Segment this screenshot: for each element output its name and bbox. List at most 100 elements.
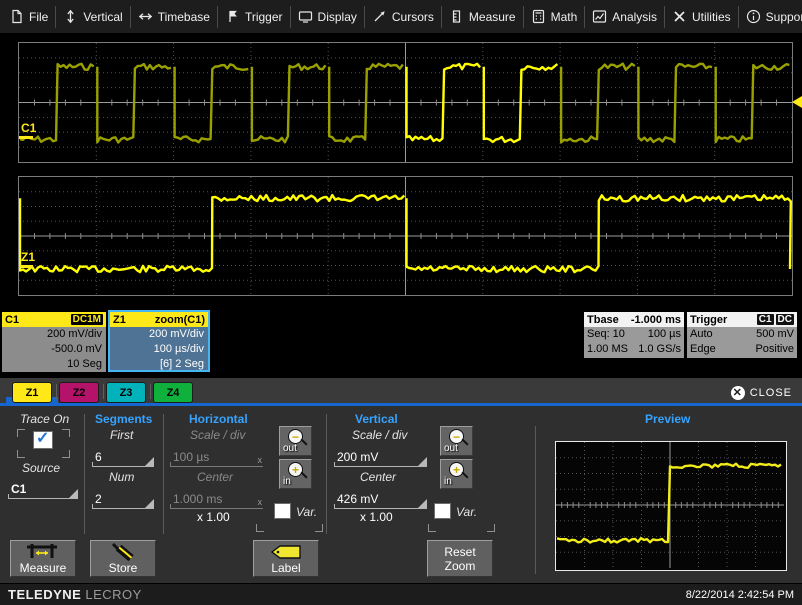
store-button[interactable]: Store <box>90 540 156 577</box>
source-select[interactable]: C1 <box>8 478 78 499</box>
tab-z2[interactable]: Z2 <box>59 382 99 403</box>
dropdown-triangle-icon <box>145 499 154 508</box>
trigger-slope: Positive <box>755 342 794 357</box>
menu-support[interactable]: Support <box>739 6 802 28</box>
close-label: CLOSE <box>750 387 792 399</box>
menu-bar: File Vertical Timebase Trigger Display C… <box>0 0 802 33</box>
bracket <box>17 450 25 458</box>
close-button[interactable]: ✕ CLOSE <box>731 386 792 400</box>
menu-math-label: Math <box>551 10 578 24</box>
trigger-level-arrow-icon[interactable] <box>792 96 802 108</box>
menu-display[interactable]: Display <box>291 6 365 28</box>
source-value: C1 <box>11 482 26 496</box>
calculator-icon <box>531 9 546 24</box>
reset-zoom-button[interactable]: Reset Zoom <box>427 540 493 577</box>
label-button-label: Label <box>254 561 318 575</box>
magnifier-plus-icon: + <box>288 462 303 477</box>
label-tag-icon <box>269 543 303 561</box>
c1-scale: 200 mV/div <box>6 327 102 342</box>
magnifier-handle <box>300 471 307 478</box>
menu-file[interactable]: File <box>2 6 56 28</box>
z1-offset-marker-icon[interactable] <box>19 265 33 268</box>
magnifier-minus-icon: − <box>449 429 464 444</box>
reset-zoom-button-label: Reset Zoom <box>437 545 483 573</box>
bracket <box>428 524 436 532</box>
bracket <box>315 524 323 532</box>
cursor-arrow-icon <box>372 9 387 24</box>
trigger-descriptor-box[interactable]: Trigger C1 DC Auto 500 mV Edge Positive <box>687 312 797 358</box>
brand-logo: TELEDYNE LECROY <box>8 587 142 602</box>
timebase-descriptor-box[interactable]: Tbase -1.000 ms Seq: 10 100 µs 1.00 MS 1… <box>584 312 684 358</box>
menu-timebase-label: Timebase <box>158 10 210 24</box>
num-segments-field[interactable]: 2 <box>92 488 154 509</box>
dropdown-triangle-icon <box>418 499 427 508</box>
h-var-checkbox[interactable] <box>274 503 291 519</box>
tab-z3[interactable]: Z3 <box>106 382 146 403</box>
menu-measure[interactable]: Measure <box>442 6 524 28</box>
menu-trigger[interactable]: Trigger <box>218 6 291 28</box>
c1-coupling-badge: DC1M <box>71 314 103 325</box>
tbase-delay: -1.000 ms <box>631 314 681 326</box>
num-label: Num <box>109 470 134 484</box>
magnifier-handle <box>300 438 307 445</box>
dropdown-triangle-icon <box>418 457 427 466</box>
c1-waveform-grid[interactable] <box>18 42 793 163</box>
measure-cursors-icon <box>25 543 61 561</box>
c1-segments: 10 Seg <box>6 357 102 372</box>
measure-button-label: Measure <box>11 561 75 575</box>
c1-offset-marker-icon[interactable] <box>19 136 33 139</box>
tab-separator <box>150 384 151 399</box>
v-scale-field[interactable]: 200 mV <box>334 446 427 467</box>
c1-trace <box>19 43 792 162</box>
c1-channel-marker[interactable]: C1 <box>21 121 36 135</box>
horizontal-arrows-icon <box>138 9 153 24</box>
z1-waveform-grid[interactable] <box>18 176 793 296</box>
tab-z4[interactable]: Z4 <box>153 382 193 403</box>
first-segment-value: 6 <box>95 450 102 464</box>
h-zoom-in-button[interactable]: + in <box>279 459 312 489</box>
menu-timebase[interactable]: Timebase <box>131 6 218 28</box>
label-button[interactable]: Label <box>253 540 319 577</box>
h-zoom-out-button[interactable]: − out <box>279 426 312 456</box>
section-divider <box>326 414 327 534</box>
menu-analysis[interactable]: Analysis <box>585 6 665 28</box>
v-var-label: Var. <box>456 505 477 519</box>
first-label: First <box>110 428 133 442</box>
bracket <box>62 450 70 458</box>
v-zoom-out-button[interactable]: − out <box>440 426 473 456</box>
chart-icon <box>592 9 607 24</box>
v-var-checkbox[interactable] <box>434 503 451 519</box>
c1-descriptor-box[interactable]: C1 DC1M 200 mV/div -500.0 mV 10 Seg <box>2 312 106 372</box>
tab-separator <box>56 384 57 399</box>
zoom-in-label: in <box>283 476 291 487</box>
trigger-title: Trigger <box>690 314 727 326</box>
menu-math[interactable]: Math <box>524 6 586 28</box>
z1-channel-marker[interactable]: Z1 <box>21 250 35 264</box>
tab-z1[interactable]: Z1 <box>12 382 52 403</box>
brand-lecroy: LECROY <box>85 587 141 602</box>
menu-measure-label: Measure <box>469 10 516 24</box>
menu-cursors[interactable]: Cursors <box>365 6 442 28</box>
monitor-icon <box>298 9 313 24</box>
file-icon <box>9 9 24 24</box>
status-bar: TELEDYNE LECROY 8/22/2014 2:42:54 PM <box>0 583 802 605</box>
z1-descriptor-box[interactable]: Z1 zoom(C1) 200 mV/div 100 µs/div [6] 2 … <box>108 310 210 372</box>
menu-vertical-label: Vertical <box>83 10 122 24</box>
dropdown-triangle-icon <box>69 489 78 498</box>
section-divider <box>84 414 85 534</box>
v-center-field[interactable]: 426 mV <box>334 488 427 509</box>
menu-utilities[interactable]: Utilities <box>665 6 739 28</box>
trigger-coupling-badge: DC <box>776 314 794 325</box>
trace-on-checkbox[interactable] <box>33 431 53 449</box>
section-divider <box>163 414 164 534</box>
tbase-scale: 100 µs <box>648 327 681 342</box>
preview-trace <box>556 442 784 568</box>
tbase-samplerate: 1.0 GS/s <box>638 342 681 357</box>
v-scale-label: Scale / div <box>352 428 407 442</box>
v-zoom-in-button[interactable]: + in <box>440 459 473 489</box>
menu-vertical[interactable]: Vertical <box>56 6 130 28</box>
first-segment-field[interactable]: 6 <box>92 446 154 467</box>
h-center-field: 1.000 ms x <box>170 488 263 509</box>
measure-button[interactable]: Measure <box>10 540 76 577</box>
v-multiplier: x 1.00 <box>360 510 393 524</box>
